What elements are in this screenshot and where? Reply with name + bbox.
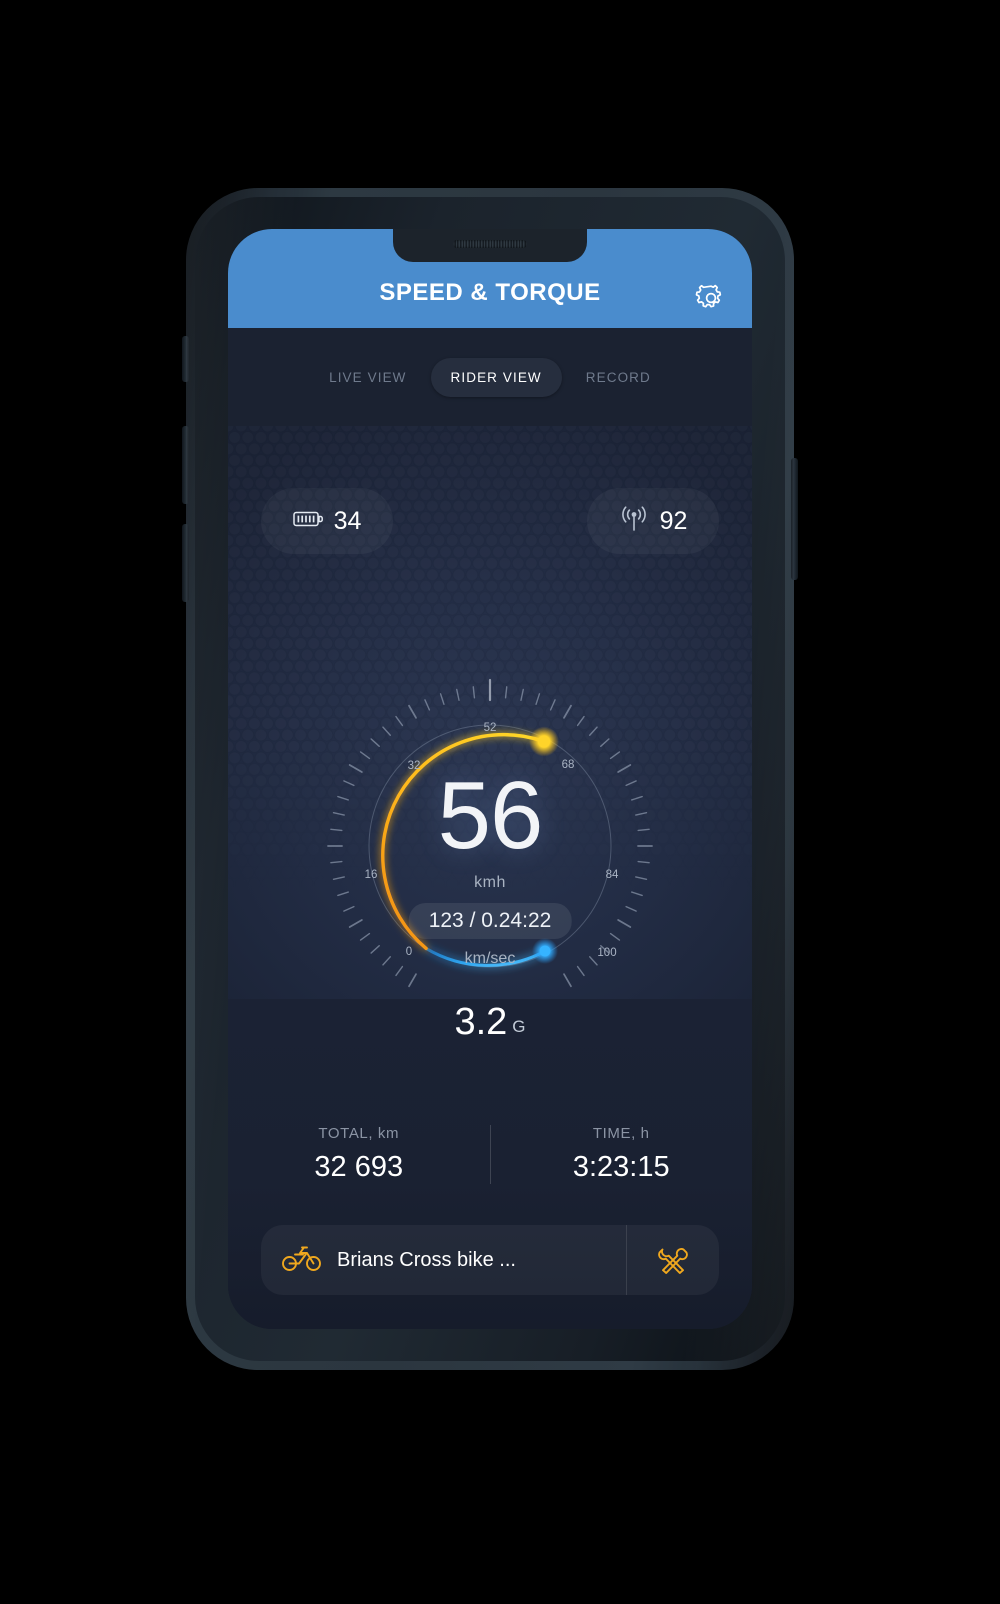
total-distance-label: TOTAL, km [318, 1125, 400, 1142]
g-force-unit: G [512, 1017, 526, 1036]
earpiece-speaker [453, 240, 527, 248]
total-time-block: TIME, h 3:23:15 [491, 1125, 753, 1184]
battery-value: 34 [333, 506, 362, 535]
speed-torque-gauge: 0 16 32 52 68 84 100 56 kmh 123 / 0.24:2… [300, 656, 680, 1043]
power-button[interactable] [791, 458, 798, 580]
sub-unit-label: km/sec [464, 950, 516, 967]
speed-readout: 56 [437, 762, 544, 869]
tab-live-view[interactable]: LIVE VIEW [309, 358, 426, 397]
phone-screen: SPEED & TORQUE LIVE VIEW RIDER VIEW RECO… [228, 229, 752, 1329]
signal-broadcast-icon [619, 505, 649, 537]
main-content: 34 92 0 16 32 52 68 84 100 56 kmh 123 / … [228, 426, 752, 1329]
g-force-readout: 3.2 G [300, 1001, 680, 1044]
speed-unit-label: kmh [474, 874, 506, 891]
total-time-label: TIME, h [592, 1125, 650, 1142]
page-title: SPEED & TORQUE [379, 279, 601, 306]
total-time-value: 3:23:15 [572, 1151, 670, 1183]
trip-totals: TOTAL, km 32 693 TIME, h 3:23:15 [228, 1125, 752, 1184]
device-notch [393, 229, 587, 262]
signal-status-pill[interactable]: 92 [587, 488, 719, 554]
gauge-tick-label-52: 52 [484, 722, 497, 734]
mute-switch-button[interactable] [182, 336, 189, 382]
battery-icon [292, 510, 323, 533]
view-tab-bar: LIVE VIEW RIDER VIEW RECORD [228, 328, 752, 426]
volume-up-button[interactable] [182, 426, 189, 504]
speed-arc-endpoint [538, 735, 550, 748]
total-distance-block: TOTAL, km 32 693 [228, 1125, 490, 1184]
g-force-value: 3.2 [454, 1001, 508, 1043]
distance-time-readout[interactable]: 123 / 0.24:22 [408, 903, 572, 939]
wrench-screwdriver-icon[interactable] [627, 1244, 719, 1276]
tab-rider-view[interactable]: RIDER VIEW [430, 357, 562, 397]
gear-icon[interactable] [694, 281, 728, 315]
motorcycle-icon [281, 1244, 323, 1277]
volume-down-button[interactable] [182, 524, 189, 602]
signal-value: 92 [659, 506, 688, 535]
bike-name[interactable]: Brians Cross bike ... [337, 1249, 626, 1272]
bike-selector-bar: Brians Cross bike ... [261, 1225, 719, 1295]
total-distance-value: 32 693 [314, 1151, 404, 1183]
battery-status-pill[interactable]: 34 [261, 488, 393, 554]
phone-device-frame: SPEED & TORQUE LIVE VIEW RIDER VIEW RECO… [182, 188, 798, 1370]
tab-record[interactable]: RECORD [566, 358, 671, 397]
